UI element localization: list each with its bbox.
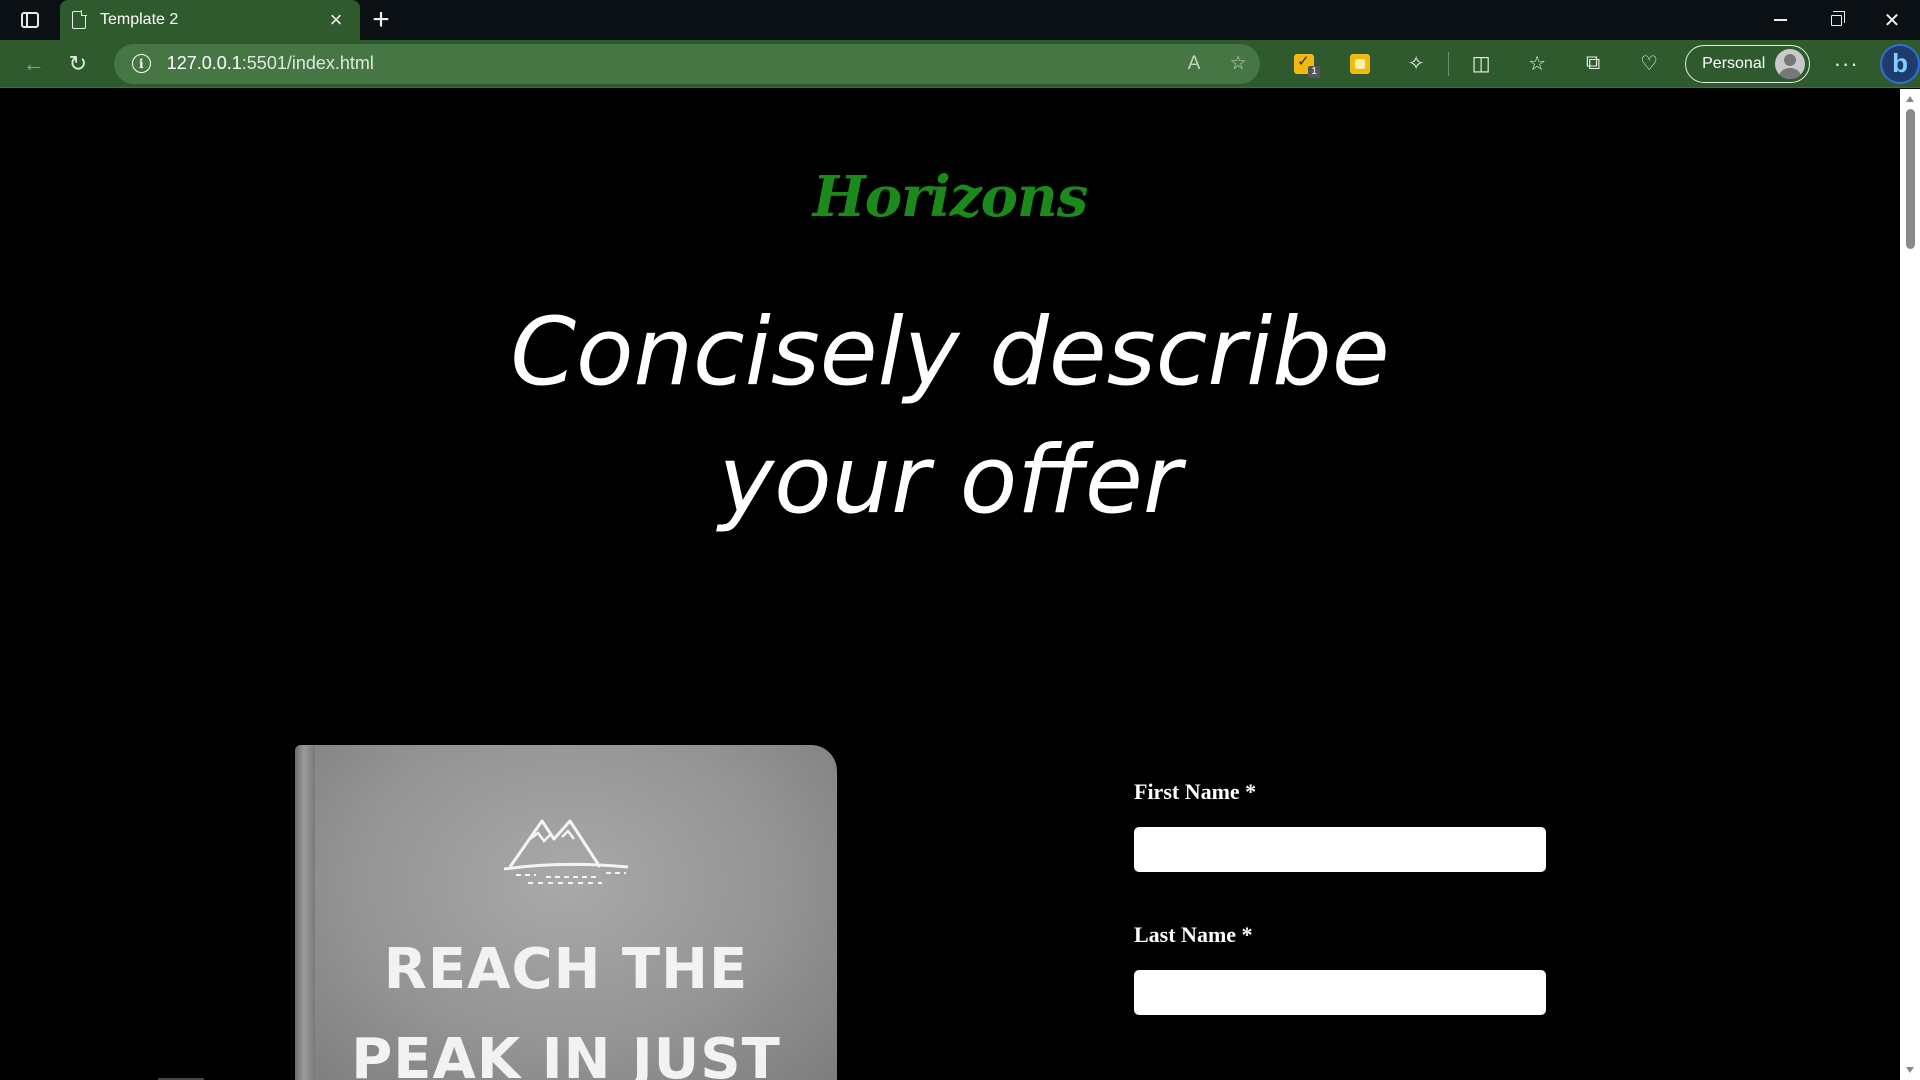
minimize-button[interactable] [1752, 0, 1808, 40]
tab-actions-button[interactable] [0, 0, 60, 40]
address-bar[interactable]: i 127.0.0.1:5501/index.html A ☆ [113, 43, 1261, 84]
site-logo: Horizons [812, 164, 1088, 230]
close-icon: ✕ [1883, 9, 1901, 32]
first-name-field[interactable] [1134, 827, 1546, 872]
browser-tab[interactable]: Template 2 × [60, 0, 360, 40]
restore-button[interactable] [1808, 0, 1864, 40]
sticky-notes-button[interactable] [1332, 44, 1388, 84]
book-title: REACH THE PEAK IN JUST [295, 925, 837, 1080]
tab-bar: Template 2 × + ✕ [0, 0, 1920, 40]
signup-form: First Name * Last Name * [1134, 779, 1546, 1065]
mountain-logo-icon [503, 819, 629, 884]
read-aloud-icon[interactable]: A [1172, 53, 1216, 75]
profile-button[interactable]: Personal [1685, 44, 1811, 83]
tab-actions-icon [21, 12, 39, 28]
restore-icon [1830, 10, 1845, 26]
book-cover-image: REACH THE PEAK IN JUST [295, 745, 837, 1080]
collections-icon[interactable]: ⧉ [1565, 44, 1621, 84]
page-icon [72, 10, 87, 29]
scroll-up-icon[interactable] [1906, 96, 1914, 102]
headline-line-1: Concisely describe [510, 298, 1390, 407]
extension-check-button[interactable]: 1 [1276, 44, 1332, 84]
page-viewport: Horizons Concisely describe your offer R… [0, 89, 1900, 1080]
extension-badge: 1 [1308, 65, 1321, 78]
browser-toolbar: ← ↻ i 127.0.0.1:5501/index.html A ☆ 1 ✧ … [0, 40, 1920, 88]
browser-essentials-icon[interactable]: ♡ [1621, 44, 1677, 84]
url-host: 127.0.0.1 [166, 53, 242, 73]
avatar [1775, 48, 1806, 79]
page-scrollbar[interactable] [1900, 89, 1920, 1080]
toolbar-icons: 1 ✧ ◫ ☆ ⧉ ♡ [1276, 44, 1677, 84]
split-screen-icon[interactable]: ◫ [1453, 44, 1509, 84]
back-arrow-icon[interactable]: ← [12, 44, 56, 84]
page-headline: Concisely describe your offer [0, 289, 1900, 545]
sticky-notes-icon [1350, 53, 1371, 74]
url-path: :5501/index.html [241, 53, 374, 73]
headline-line-2: your offer [718, 426, 1182, 535]
refresh-icon[interactable]: ↻ [56, 44, 100, 84]
url-text[interactable]: 127.0.0.1:5501/index.html [167, 53, 1172, 74]
scroll-down-icon[interactable] [1906, 1067, 1914, 1073]
bing-icon[interactable]: b [1880, 43, 1920, 84]
extensions-puzzle-icon[interactable]: ✧ [1388, 44, 1444, 84]
last-name-label: Last Name * [1134, 922, 1253, 947]
close-window-button[interactable]: ✕ [1864, 0, 1920, 40]
minimize-icon [1773, 19, 1787, 21]
first-name-label: First Name * [1134, 779, 1257, 804]
toolbar-divider [1448, 51, 1450, 76]
info-icon[interactable]: i [131, 54, 151, 73]
book-title-line-2: PEAK IN JUST [351, 1027, 781, 1080]
profile-label: Personal [1702, 54, 1766, 72]
tab-title: Template 2 [100, 11, 179, 28]
scrollbar-thumb[interactable] [1906, 109, 1915, 249]
plus-icon[interactable]: + [360, 0, 402, 40]
last-name-field[interactable] [1134, 970, 1546, 1015]
more-icon[interactable]: ··· [1818, 44, 1874, 84]
window-controls: ✕ [1752, 0, 1920, 40]
favorite-star-icon[interactable]: ☆ [1216, 52, 1260, 75]
close-icon[interactable]: × [324, 9, 348, 31]
favorites-icon[interactable]: ☆ [1509, 44, 1565, 84]
book-title-line-1: REACH THE [383, 937, 749, 1002]
